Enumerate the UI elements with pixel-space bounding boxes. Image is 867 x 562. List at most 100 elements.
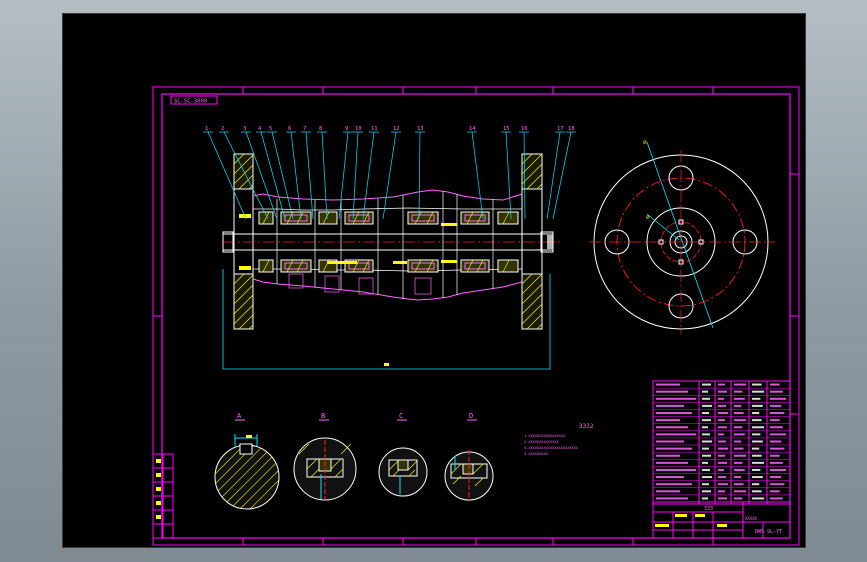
part-number-label: 7 xyxy=(303,126,306,132)
parts-cell-text xyxy=(702,419,711,422)
part-number-label: 12 xyxy=(393,126,400,132)
leader-line xyxy=(290,131,302,220)
parts-cell-text xyxy=(752,440,763,443)
title-block-code: 333 xyxy=(704,506,713,512)
parts-cell-text xyxy=(734,404,742,407)
part-number-label: 15 xyxy=(503,126,510,132)
parts-cell-text xyxy=(770,412,785,415)
leader-line xyxy=(471,131,484,220)
note-line-2: 2.XXXXXXXXXXXXXX xyxy=(524,440,559,444)
parts-cell-text xyxy=(734,440,742,443)
svg-text:XXXXX: XXXXX xyxy=(745,516,758,521)
parts-cell-text xyxy=(770,468,786,471)
parts-cell-text xyxy=(734,390,743,393)
note-line-4: 4.XXXXXXXXX xyxy=(524,452,549,456)
parts-cell-text xyxy=(752,383,762,386)
parts-cell-text xyxy=(718,419,725,422)
parts-cell-text xyxy=(656,404,684,407)
part-number-label: 13 xyxy=(417,126,424,132)
parts-cell-text xyxy=(656,468,696,471)
parts-cell-text xyxy=(656,397,696,400)
section-b-label: B xyxy=(321,412,325,420)
parts-cell-text xyxy=(702,461,708,464)
parts-cell-text xyxy=(718,383,725,386)
note-line-3: 3.XXXXXXXXXXXXXXXXXXXXXXX xyxy=(524,446,579,450)
section-c: C xyxy=(378,412,428,497)
part-number-label: 2 xyxy=(221,126,224,132)
parts-cell-text xyxy=(752,468,761,471)
parts-cell-text xyxy=(734,419,746,422)
parts-cell-text xyxy=(770,404,782,407)
leader-line xyxy=(321,131,328,220)
parts-cell-text xyxy=(752,461,764,464)
parts-cell-text xyxy=(656,390,688,393)
leader-line xyxy=(305,131,314,220)
title-tag: SL-SC-3000 xyxy=(170,95,218,105)
parts-cell-text xyxy=(752,419,762,422)
leader-line xyxy=(362,131,375,220)
parts-cell-text xyxy=(718,447,728,450)
cad-drawing-canvas[interactable]: SL-SC-3000 1 2 3 4 5 6 7 8 9 10 11 12 13… xyxy=(63,14,807,549)
part-leaders: 1 2 3 4 5 6 7 8 9 10 11 12 13 14 15 16 17 18 xyxy=(203,126,576,220)
parts-cell-text xyxy=(718,433,724,436)
parts-cell-text xyxy=(752,412,760,415)
parts-cell-text xyxy=(734,412,744,415)
parts-cell-text xyxy=(656,440,684,443)
parts-cell-text xyxy=(702,383,711,386)
parts-cell-text xyxy=(718,483,728,486)
parts-cell-text xyxy=(734,447,744,450)
parts-cell-text xyxy=(718,440,726,443)
parts-cell-text xyxy=(702,490,711,493)
note-heading: 3332 xyxy=(579,423,594,430)
svg-text:⌀: ⌀ xyxy=(646,214,650,221)
parts-cell-text xyxy=(752,447,760,450)
section-a: A xyxy=(214,412,280,510)
part-number-label: 18 xyxy=(568,126,575,132)
section-d-label: D xyxy=(469,412,473,420)
part-number-label: 16 xyxy=(521,126,528,132)
parts-cell-text xyxy=(770,440,782,443)
section-a-label: A xyxy=(237,412,242,420)
parts-cell-text xyxy=(718,390,727,393)
parts-cell-text xyxy=(770,383,780,386)
parts-cell-text xyxy=(702,390,708,393)
parts-cell-text xyxy=(734,397,745,400)
parts-cell-text xyxy=(656,476,684,479)
parts-cell-text xyxy=(656,419,680,422)
leader-line xyxy=(271,131,294,220)
parts-cell-text xyxy=(702,404,712,407)
parts-cell-text xyxy=(734,490,746,493)
leader-line xyxy=(352,131,359,220)
parts-cell-text xyxy=(656,497,688,500)
parts-cell-text xyxy=(718,412,728,415)
parts-cell-text xyxy=(718,454,725,457)
parts-cell-text xyxy=(702,476,712,479)
leader-line xyxy=(546,131,561,220)
parts-cell-text xyxy=(656,412,692,415)
parts-cell-text xyxy=(770,490,780,493)
parts-cell-text xyxy=(770,483,785,486)
leader-line xyxy=(382,131,397,220)
part-number-label: 4 xyxy=(258,126,262,132)
parts-cell-text xyxy=(734,433,745,436)
part-number-label: 6 xyxy=(288,126,291,132)
leader-line xyxy=(505,131,512,220)
leader-line xyxy=(523,131,526,220)
svg-text:⌀: ⌀ xyxy=(643,139,647,146)
flange-end-view: ⌀ ⌀ xyxy=(589,139,775,334)
sheet-code: BWS-SL-YT xyxy=(755,529,782,535)
parts-cell-text xyxy=(752,476,763,479)
parts-cell-text xyxy=(752,426,764,429)
parts-cell-text xyxy=(770,454,780,457)
parts-cell-text xyxy=(770,461,783,464)
part-number-label: 11 xyxy=(371,126,378,132)
parts-cell-text xyxy=(770,476,782,479)
parts-cell-text xyxy=(702,397,710,400)
leader-line xyxy=(552,131,572,220)
parts-cell-text xyxy=(656,461,688,464)
parts-cell-text xyxy=(752,497,764,500)
cad-drawing-viewport[interactable]: SL-SC-3000 1 2 3 4 5 6 7 8 9 10 11 12 13… xyxy=(62,13,806,548)
part-number-label: 17 xyxy=(557,126,564,132)
parts-cell-text xyxy=(734,454,746,457)
parts-cell-text xyxy=(752,433,761,436)
